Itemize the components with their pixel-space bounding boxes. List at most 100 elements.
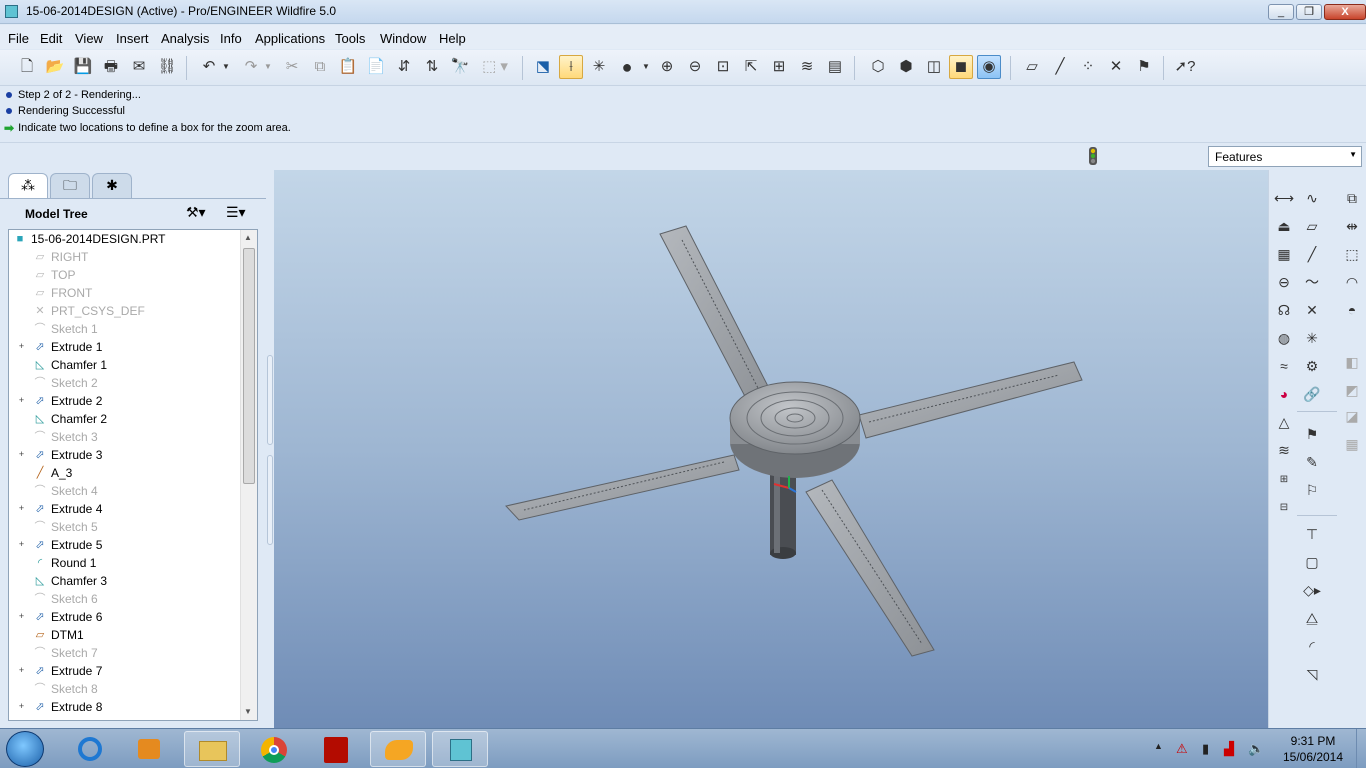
note-tool-icon[interactable]: ✎ (1300, 450, 1324, 474)
network-warning-icon[interactable]: ⚠ (1176, 741, 1188, 757)
solidify-icon[interactable]: ▦ (1340, 432, 1364, 456)
expand-icon[interactable]: + (17, 540, 26, 550)
redo-dropdown-icon[interactable]: ▼ (261, 55, 275, 79)
shading-icon[interactable]: ◼ (949, 55, 973, 79)
surface-tool-icon[interactable]: ◓ (1340, 298, 1364, 322)
undo-dropdown-icon[interactable]: ▼ (219, 55, 233, 79)
tree-item[interactable]: + ⬀ Extrude 2 (9, 392, 241, 410)
axis-tool-icon[interactable]: ╱ (1300, 242, 1324, 266)
curvature-icon[interactable]: ◍ (1272, 326, 1296, 350)
tree-item[interactable]: ⌒ Sketch 2 (9, 374, 241, 392)
send-link-icon[interactable]: ⛓ (155, 55, 179, 79)
copy-icon[interactable]: ⧉ (308, 55, 332, 79)
analysis-tool-icon[interactable]: ☊ (1272, 298, 1296, 322)
analysis-feature-icon[interactable]: ⚙ (1300, 354, 1324, 378)
link-icon[interactable]: 🔗 (1300, 382, 1324, 406)
menu-analysis[interactable]: Analysis (161, 31, 209, 46)
datum-plane-tool-icon[interactable]: ⏏ (1272, 214, 1296, 238)
expand-icon[interactable]: + (17, 450, 26, 460)
evaluate-icon[interactable]: △ (1272, 410, 1296, 434)
expand-icon[interactable]: + (17, 612, 26, 622)
curve-tool-icon[interactable]: 〜 (1300, 270, 1324, 294)
tab-favorites[interactable]: ✱ (92, 173, 132, 198)
paste-icon[interactable]: 📋 (336, 55, 360, 79)
rib-tool-icon[interactable]: ◇▸ (1300, 578, 1324, 602)
tree-columns-icon[interactable]: ☰▾ (226, 204, 246, 221)
round-tool-icon[interactable]: ◜ (1300, 634, 1324, 658)
tree-item[interactable]: ▱ DTM1 (9, 626, 241, 644)
plane-tool-icon[interactable]: ▱ (1300, 214, 1324, 238)
context-help-icon[interactable]: ➚? (1173, 55, 1197, 79)
menu-edit[interactable]: Edit (40, 31, 62, 46)
datum-planes-display-icon[interactable]: ▱ (1020, 55, 1044, 79)
undo-icon[interactable]: ↶ (197, 55, 221, 79)
selection-filter-select[interactable]: Features ▼ (1208, 146, 1362, 167)
tree-item[interactable]: ▱ FRONT (9, 284, 241, 302)
tree-item[interactable]: + ⬀ Extrude 7 (9, 662, 241, 680)
tree-item[interactable]: ◜ Round 1 (9, 554, 241, 572)
proe-icon[interactable] (432, 731, 488, 767)
tree-item[interactable]: + ⬀ Extrude 6 (9, 608, 241, 626)
new-file-icon[interactable]: 🗋 (15, 55, 39, 79)
redo-icon[interactable]: ↷ (239, 55, 263, 79)
merge-icon[interactable]: ⬚ (1340, 242, 1364, 266)
tree-scrollbar[interactable]: ▲ ▼ (240, 230, 257, 720)
tree-item[interactable]: ╱ A_3 (9, 464, 241, 482)
panel-splitter[interactable] (266, 170, 274, 728)
tab-model-tree[interactable]: ⁂ (8, 173, 48, 198)
ceiling-fan-model[interactable] (274, 170, 1268, 728)
menu-window[interactable]: Window (380, 31, 426, 46)
show-desktop-button[interactable] (1356, 729, 1366, 768)
repaint-icon[interactable]: ⬔ (531, 55, 555, 79)
tree-item[interactable]: ⌒ Sketch 6 (9, 590, 241, 608)
network-icon[interactable]: ▟ (1224, 741, 1234, 757)
layers-icon[interactable]: ≋ (795, 55, 819, 79)
menu-tools[interactable]: Tools (335, 31, 365, 46)
close-button[interactable]: X (1324, 4, 1366, 20)
save-icon[interactable]: 💾 (71, 55, 95, 79)
measure-icon[interactable]: ⊞ (1272, 468, 1296, 492)
datum-points-display-icon[interactable]: ⁘ (1076, 55, 1100, 79)
tree-item[interactable]: ▱ RIGHT (9, 248, 241, 266)
start-button[interactable] (6, 731, 44, 767)
battery-icon[interactable]: ▮ (1202, 741, 1209, 757)
datum-axes-display-icon[interactable]: ╱ (1048, 55, 1072, 79)
section-tool-icon[interactable]: ⊖ (1272, 270, 1296, 294)
minimize-button[interactable]: _ (1268, 4, 1294, 20)
csys-tool-icon[interactable]: ✳ (1300, 326, 1324, 350)
open-file-icon[interactable]: 📂 (43, 55, 67, 79)
reorient-icon[interactable]: ⇱ (739, 55, 763, 79)
scroll-down-icon[interactable]: ▼ (244, 707, 252, 716)
find-icon[interactable]: 🔭 (448, 55, 472, 79)
saved-views-icon[interactable]: ⊞ (767, 55, 791, 79)
annotation-tool-icon[interactable]: ⚑ (1300, 422, 1324, 446)
show-hidden-icons-icon[interactable]: ▲ (1154, 741, 1163, 751)
annotations-display-icon[interactable]: ⚑ (1132, 55, 1156, 79)
tree-item[interactable]: ⌒ Sketch 1 (9, 320, 241, 338)
hidden-line-icon[interactable]: ⬢ (894, 55, 918, 79)
tree-item[interactable]: ◺ Chamfer 3 (9, 572, 241, 590)
no-hidden-icon[interactable]: ◫ (922, 55, 946, 79)
copy-feature-icon[interactable]: ⧉ (1340, 186, 1364, 210)
hole-tool-icon[interactable]: ⊤ (1300, 522, 1324, 546)
tree-item[interactable]: ⌒ Sketch 5 (9, 518, 241, 536)
orient-mode-icon[interactable]: ⟊ (559, 55, 583, 79)
tree-root[interactable]: ■ 15-06-2014DESIGN.PRT (9, 230, 241, 248)
trim-icon[interactable]: ◠ (1340, 270, 1364, 294)
expand-icon[interactable]: + (17, 396, 26, 406)
send-mail-icon[interactable]: ✉ (127, 55, 151, 79)
point-tool-icon[interactable]: ✕ (1300, 298, 1324, 322)
file-explorer-icon[interactable] (184, 731, 240, 767)
tree-item[interactable]: ⌒ Sketch 3 (9, 428, 241, 446)
regenerate-icon[interactable]: ⇵ (392, 55, 416, 79)
measure-2-icon[interactable]: ⊟ (1272, 496, 1296, 520)
tree-item[interactable]: + ⬀ Extrude 4 (9, 500, 241, 518)
internet-explorer-icon[interactable] (62, 731, 118, 767)
splitter-grip[interactable] (267, 455, 273, 545)
regen-manager-icon[interactable]: ⇅ (420, 55, 444, 79)
print-icon[interactable]: 🖶 (99, 55, 123, 79)
spin-center-icon[interactable]: ✳ (587, 55, 611, 79)
view-manager-icon[interactable]: ▤ (823, 55, 847, 79)
menu-info[interactable]: Info (220, 31, 242, 46)
dimension-icon[interactable]: ⟷ (1272, 186, 1296, 210)
